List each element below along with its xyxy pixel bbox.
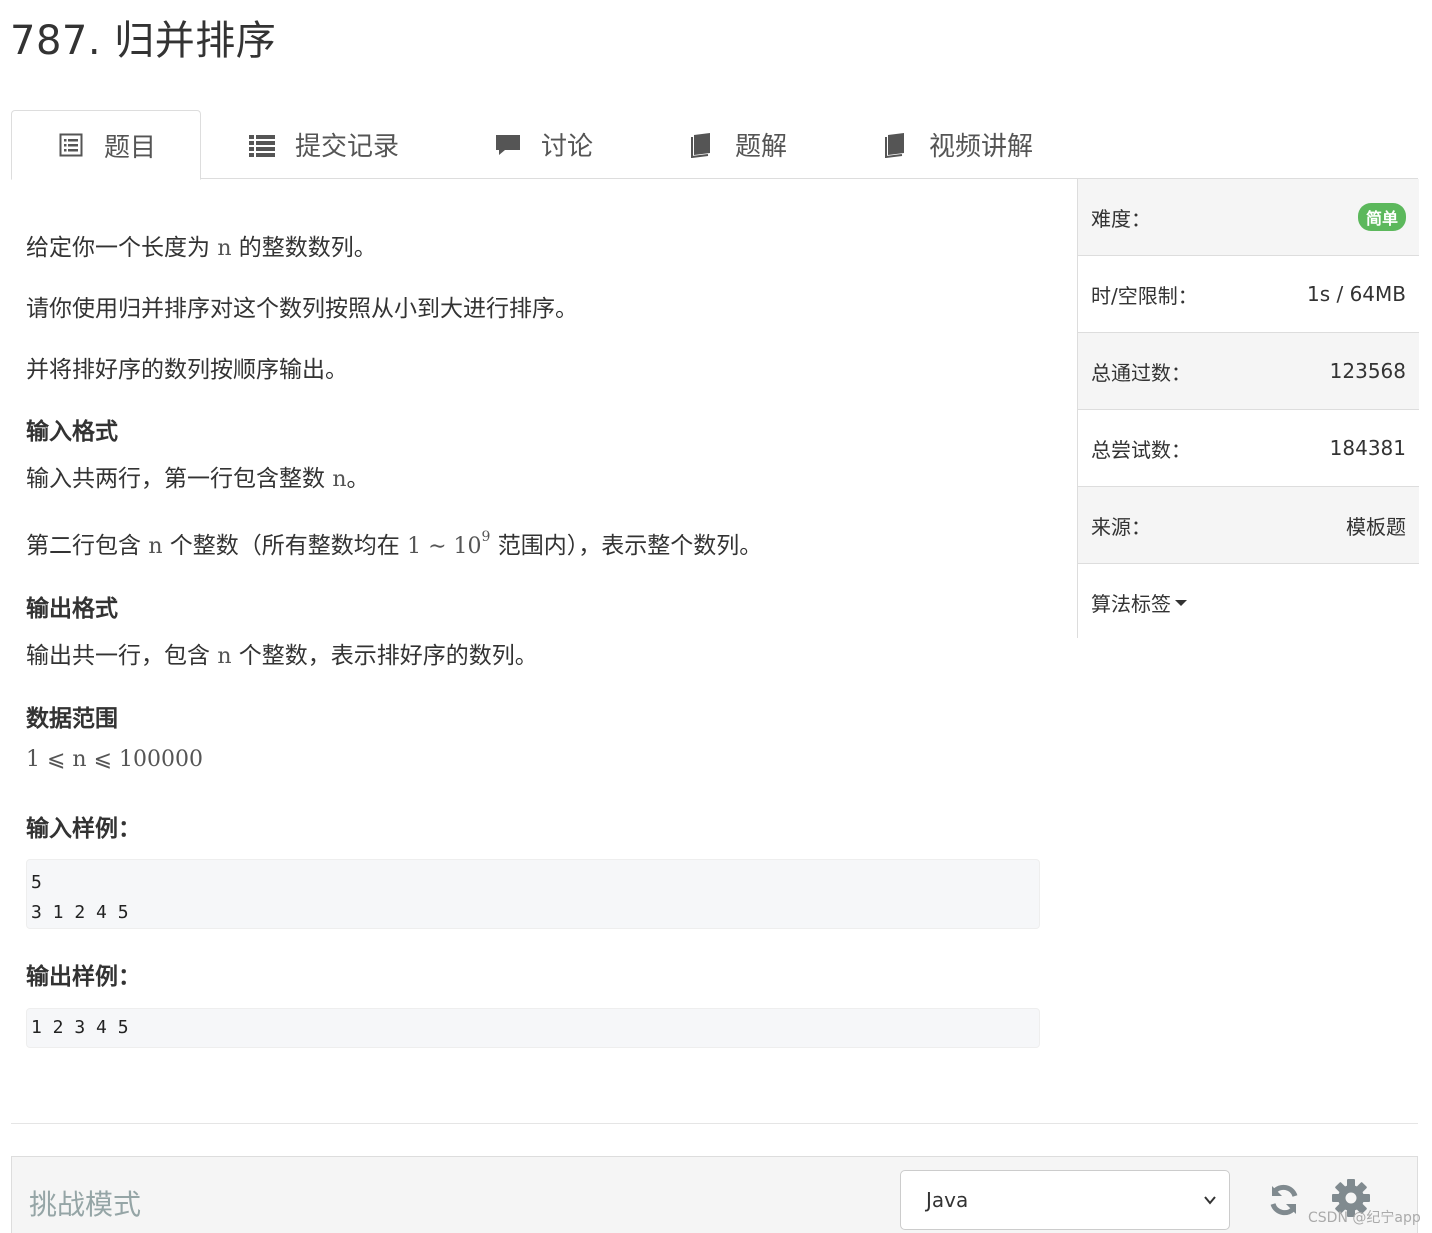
problem-info-sidebar: 难度： 简单 时/空限制： 1s / 64MB 总通过数： 123568 总尝试… (1077, 179, 1419, 641)
sample-output-heading: 输出样例： (26, 964, 141, 990)
math-var: n (217, 236, 232, 261)
editor-toolbar: 挑战模式 Java CSDN @纪宁app (11, 1156, 1421, 1233)
tried-value: 184381 (1329, 436, 1406, 460)
source-row: 来源： 模板题 (1078, 487, 1419, 564)
tab-discussion[interactable]: 讨论 (495, 110, 593, 179)
sample-input-block[interactable]: 5 3 1 2 4 5 (26, 859, 1040, 929)
output-format-heading: 输出格式 (26, 596, 118, 622)
math-range: 1 ∼ 109 (407, 528, 491, 559)
book-icon (689, 132, 715, 158)
list-icon (249, 132, 275, 158)
challenge-mode-label[interactable]: 挑战模式 (29, 1183, 141, 1223)
difficulty-row: 难度： 简单 (1078, 179, 1419, 256)
sample-output-block[interactable]: 1 2 3 4 5 (26, 1008, 1040, 1048)
watermark: CSDN @纪宁app (1308, 1210, 1421, 1226)
book-icon (883, 132, 909, 158)
tab-problem[interactable]: 题目 (11, 110, 201, 180)
source-label: 来源： (1091, 514, 1151, 539)
comment-icon (495, 132, 521, 158)
passed-value: 123568 (1329, 359, 1406, 383)
tab-label: 题解 (735, 132, 788, 162)
data-range-heading: 数据范围 (26, 706, 118, 732)
math-var: n (148, 534, 163, 559)
tab-video[interactable]: 视频讲解 (883, 110, 1033, 179)
page-title: 787. 归并排序 (10, 18, 277, 64)
output-format-line: 输出共一行，包含 n 个整数，表示排好序的数列。 (26, 643, 538, 669)
tried-label: 总尝试数： (1091, 437, 1191, 462)
language-value: Java (926, 1188, 969, 1212)
tab-label: 讨论 (541, 132, 594, 162)
limit-row: 时/空限制： 1s / 64MB (1078, 256, 1419, 333)
data-range-expression: 1 ⩽ n ⩽ 100000 (26, 747, 203, 772)
limit-value: 1s / 64MB (1306, 282, 1406, 306)
passed-row: 总通过数： 123568 (1078, 333, 1419, 410)
caret-down-icon (1175, 599, 1187, 606)
language-select[interactable]: Java (900, 1170, 1230, 1230)
sample-input-heading: 输入样例： (26, 816, 141, 842)
difficulty-label: 难度： (1091, 206, 1151, 231)
limit-label: 时/空限制： (1091, 283, 1198, 308)
divider (11, 1123, 1418, 1124)
tab-submissions[interactable]: 提交记录 (249, 110, 399, 179)
input-format-heading: 输入格式 (26, 419, 118, 445)
algorithm-tags-toggle[interactable]: 算法标签 (1078, 564, 1419, 641)
math-var: n (332, 467, 347, 492)
difficulty-badge: 简单 (1357, 203, 1406, 231)
tab-bar: 题目 提交记录 讨论 题解 视频讲解 (11, 110, 1418, 180)
tab-label: 题目 (104, 132, 157, 163)
statement-line-2: 请你使用归并排序对这个数列按照从小到大进行排序。 (26, 296, 578, 322)
tried-row: 总尝试数： 184381 (1078, 410, 1419, 487)
tab-label: 视频讲解 (929, 132, 1034, 162)
statement-line-3: 并将排好序的数列按顺序输出。 (26, 357, 348, 383)
list-alt-icon (58, 132, 84, 158)
input-format-line-2: 第二行包含 n 个整数（所有整数均在 1 ∼ 109 范围内），表示整个数列。 (26, 528, 763, 559)
source-value: 模板题 (1346, 514, 1406, 539)
math-var: n (217, 644, 232, 669)
statement-line-1: 给定你一个长度为 n 的整数数列。 (26, 235, 377, 261)
tab-label: 提交记录 (295, 132, 400, 162)
refresh-icon[interactable] (1267, 1183, 1301, 1217)
input-format-line-1: 输入共两行，第一行包含整数 n。 (26, 466, 370, 492)
tab-solutions[interactable]: 题解 (689, 110, 787, 179)
tags-label: 算法标签 (1091, 592, 1171, 616)
passed-label: 总通过数： (1091, 360, 1191, 385)
chevron-down-icon (1204, 1196, 1216, 1205)
